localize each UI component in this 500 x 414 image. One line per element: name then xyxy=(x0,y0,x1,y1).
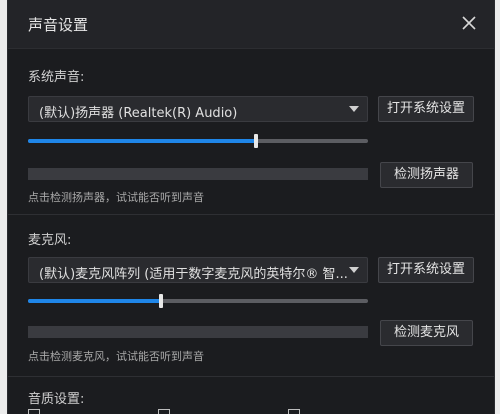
test-microphone-button[interactable]: 检测麦克风 xyxy=(380,320,473,346)
speaker-device-select[interactable]: (默认)扬声器 (Realtek(R) Audio) xyxy=(28,96,368,122)
open-system-settings-button[interactable]: 打开系统设置 xyxy=(378,96,474,122)
section-divider xyxy=(8,376,494,377)
section-divider xyxy=(8,214,494,215)
test-speaker-button[interactable]: 检测扬声器 xyxy=(380,162,473,188)
speaker-level-meter xyxy=(28,168,368,180)
quality-option-checkbox[interactable] xyxy=(288,409,300,414)
chevron-down-icon xyxy=(349,106,359,112)
microphone-hint: 点击检测麦克风，试试能否听到声音 xyxy=(28,350,204,363)
close-icon xyxy=(462,16,476,30)
speaker-device-value: (默认)扬声器 (Realtek(R) Audio) xyxy=(39,106,238,121)
microphone-device-value: (默认)麦克风阵列 (适用于数字麦克风的英特尔® 智... xyxy=(39,267,348,282)
dialog-title: 声音设置 xyxy=(28,16,89,34)
system-sound-label: 系统声音: xyxy=(28,70,85,85)
microphone-volume-fill xyxy=(28,299,161,303)
microphone-volume-slider[interactable] xyxy=(28,294,368,308)
speaker-volume-fill xyxy=(28,139,256,143)
screen: 声音设置 系统声音: (默认)扬声器 (Realtek(R) Audio) 打开… xyxy=(0,0,500,414)
speaker-volume-thumb[interactable] xyxy=(254,134,258,148)
open-system-settings-button-mic[interactable]: 打开系统设置 xyxy=(378,257,474,283)
quality-option-checkbox[interactable] xyxy=(28,409,40,414)
close-button[interactable] xyxy=(460,14,478,32)
microphone-label: 麦克风: xyxy=(28,233,72,248)
quality-settings-label: 音质设置: xyxy=(28,392,85,407)
speaker-hint: 点击检测扬声器，试试能否听到声音 xyxy=(28,191,204,204)
microphone-level-meter xyxy=(28,326,368,338)
sound-settings-dialog: 声音设置 系统声音: (默认)扬声器 (Realtek(R) Audio) 打开… xyxy=(7,0,495,414)
microphone-volume-thumb[interactable] xyxy=(159,294,163,308)
speaker-volume-slider[interactable] xyxy=(28,134,368,148)
chevron-down-icon xyxy=(349,267,359,273)
dialog-titlebar: 声音设置 xyxy=(8,0,494,49)
microphone-device-select[interactable]: (默认)麦克风阵列 (适用于数字麦克风的英特尔® 智... xyxy=(28,257,368,283)
quality-option-checkbox[interactable] xyxy=(158,409,170,414)
